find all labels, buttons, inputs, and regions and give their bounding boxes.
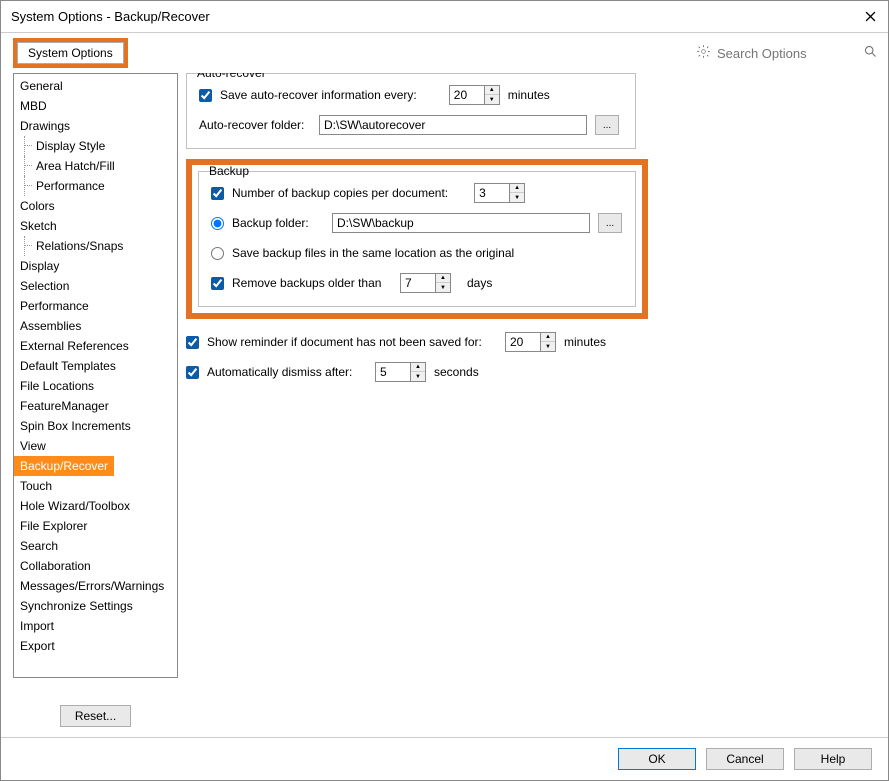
remove-backups-label: Remove backups older than: [232, 276, 392, 290]
backup-copies-spinner[interactable]: ▲▼: [474, 183, 525, 203]
cancel-button[interactable]: Cancel: [706, 748, 784, 770]
chevron-up-icon[interactable]: ▲: [436, 274, 450, 283]
search-input[interactable]: [717, 46, 857, 61]
remove-days-unit: days: [467, 276, 492, 290]
nav-item-assemblies[interactable]: Assemblies: [14, 316, 177, 336]
tab-system-options[interactable]: System Options: [17, 42, 124, 64]
save-auto-recover-label: Save auto-recover information every:: [220, 88, 417, 102]
nav-item-export[interactable]: Export: [14, 636, 177, 656]
nav-item-messages-errors-warnings[interactable]: Messages/Errors/Warnings: [14, 576, 177, 596]
nav-item-hole-wizard-toolbox[interactable]: Hole Wizard/Toolbox: [14, 496, 177, 516]
chevron-up-icon[interactable]: ▲: [510, 184, 524, 193]
reminder-interval-spinner[interactable]: ▲▼: [505, 332, 556, 352]
nav-item-sketch[interactable]: Sketch: [14, 216, 177, 236]
nav-item-colors[interactable]: Colors: [14, 196, 177, 216]
search-icon[interactable]: [863, 44, 878, 62]
save-auto-recover-checkbox[interactable]: [199, 89, 212, 102]
remove-days-input[interactable]: [401, 274, 435, 292]
nav-item-file-locations[interactable]: File Locations: [14, 376, 177, 396]
nav-item-selection[interactable]: Selection: [14, 276, 177, 296]
auto-dismiss-checkbox[interactable]: [186, 366, 199, 379]
nav-item-featuremanager[interactable]: FeatureManager: [14, 396, 177, 416]
nav-item-performance[interactable]: Performance: [14, 296, 177, 316]
backup-folder-radio[interactable]: [211, 217, 224, 230]
nav-item-collaboration[interactable]: Collaboration: [14, 556, 177, 576]
reset-button[interactable]: Reset...: [60, 705, 131, 727]
backup-copies-input[interactable]: [475, 184, 509, 202]
backup-same-location-label: Save backup files in the same location a…: [232, 246, 514, 260]
nav-item-backup-recover[interactable]: Backup/Recover: [14, 456, 114, 476]
nav-item-display-style[interactable]: Display Style: [14, 136, 177, 156]
chevron-up-icon[interactable]: ▲: [541, 333, 555, 342]
dismiss-interval-input[interactable]: [376, 363, 410, 381]
footer: OK Cancel Help: [1, 737, 888, 780]
chevron-down-icon[interactable]: ▼: [510, 193, 524, 202]
backup-highlight: Backup Number of backup copies per docum…: [186, 159, 648, 319]
reminder-rows: Show reminder if document has not been s…: [186, 331, 636, 383]
window-title: System Options - Backup/Recover: [11, 9, 210, 24]
nav-item-general[interactable]: General: [14, 76, 177, 96]
chevron-down-icon[interactable]: ▼: [485, 95, 499, 104]
backup-folder-label: Backup folder:: [232, 216, 324, 230]
nav-item-spin-box-increments[interactable]: Spin Box Increments: [14, 416, 177, 436]
remove-backups-checkbox[interactable]: [211, 277, 224, 290]
group-backup: Backup Number of backup copies per docum…: [198, 171, 636, 307]
group-title-auto-recover: Auto-recover: [193, 73, 270, 80]
nav-item-mbd[interactable]: MBD: [14, 96, 177, 116]
dismiss-interval-spinner[interactable]: ▲▼: [375, 362, 426, 382]
nav-item-touch[interactable]: Touch: [14, 476, 177, 496]
show-reminder-checkbox[interactable]: [186, 336, 199, 349]
backup-same-location-radio[interactable]: [211, 247, 224, 260]
auto-recover-folder-input[interactable]: [319, 115, 587, 135]
chevron-down-icon[interactable]: ▼: [541, 342, 555, 351]
group-auto-recover: Auto-recover Save auto-recover informati…: [186, 73, 636, 149]
gear-icon: [696, 44, 711, 62]
auto-recover-folder-label: Auto-recover folder:: [199, 118, 311, 132]
search-box: [696, 44, 878, 62]
chevron-up-icon[interactable]: ▲: [411, 363, 425, 372]
remove-days-spinner[interactable]: ▲▼: [400, 273, 451, 293]
ok-button[interactable]: OK: [618, 748, 696, 770]
nav-item-drawings[interactable]: Drawings: [14, 116, 177, 136]
nav-item-file-explorer[interactable]: File Explorer: [14, 516, 177, 536]
titlebar: System Options - Backup/Recover: [1, 1, 888, 33]
backup-copies-checkbox[interactable]: [211, 187, 224, 200]
content-panel: Auto-recover Save auto-recover informati…: [186, 73, 876, 693]
close-icon[interactable]: [862, 9, 878, 25]
chevron-up-icon[interactable]: ▲: [485, 86, 499, 95]
chevron-down-icon[interactable]: ▼: [436, 283, 450, 292]
tab-highlight: System Options: [13, 38, 128, 68]
reminder-interval-input[interactable]: [506, 333, 540, 351]
nav-item-display[interactable]: Display: [14, 256, 177, 276]
backup-folder-input[interactable]: [332, 213, 590, 233]
reminder-interval-unit: minutes: [564, 335, 606, 349]
auto-recover-interval-input[interactable]: [450, 86, 484, 104]
nav-item-relations-snaps[interactable]: Relations/Snaps: [14, 236, 177, 256]
auto-recover-interval-spinner[interactable]: ▲▼: [449, 85, 500, 105]
nav-tree: GeneralMBDDrawingsDisplay StyleArea Hatc…: [13, 73, 178, 678]
nav-item-default-templates[interactable]: Default Templates: [14, 356, 177, 376]
options-window: System Options - Backup/Recover System O…: [0, 0, 889, 781]
show-reminder-label: Show reminder if document has not been s…: [207, 335, 497, 349]
nav-item-area-hatch-fill[interactable]: Area Hatch/Fill: [14, 156, 177, 176]
help-button[interactable]: Help: [794, 748, 872, 770]
nav-item-external-references[interactable]: External References: [14, 336, 177, 356]
nav-item-import[interactable]: Import: [14, 616, 177, 636]
nav-item-view[interactable]: View: [14, 436, 177, 456]
backup-copies-label: Number of backup copies per document:: [232, 186, 448, 200]
chevron-down-icon[interactable]: ▼: [411, 372, 425, 381]
dismiss-interval-unit: seconds: [434, 365, 479, 379]
nav-item-search[interactable]: Search: [14, 536, 177, 556]
group-title-backup: Backup: [205, 164, 253, 178]
nav-item-synchronize-settings[interactable]: Synchronize Settings: [14, 596, 177, 616]
backup-browse-button[interactable]: ...: [598, 213, 622, 233]
toolbar: System Options: [1, 33, 888, 73]
auto-dismiss-label: Automatically dismiss after:: [207, 365, 367, 379]
nav-item-performance[interactable]: Performance: [14, 176, 177, 196]
auto-recover-browse-button[interactable]: ...: [595, 115, 619, 135]
auto-recover-interval-unit: minutes: [508, 88, 550, 102]
